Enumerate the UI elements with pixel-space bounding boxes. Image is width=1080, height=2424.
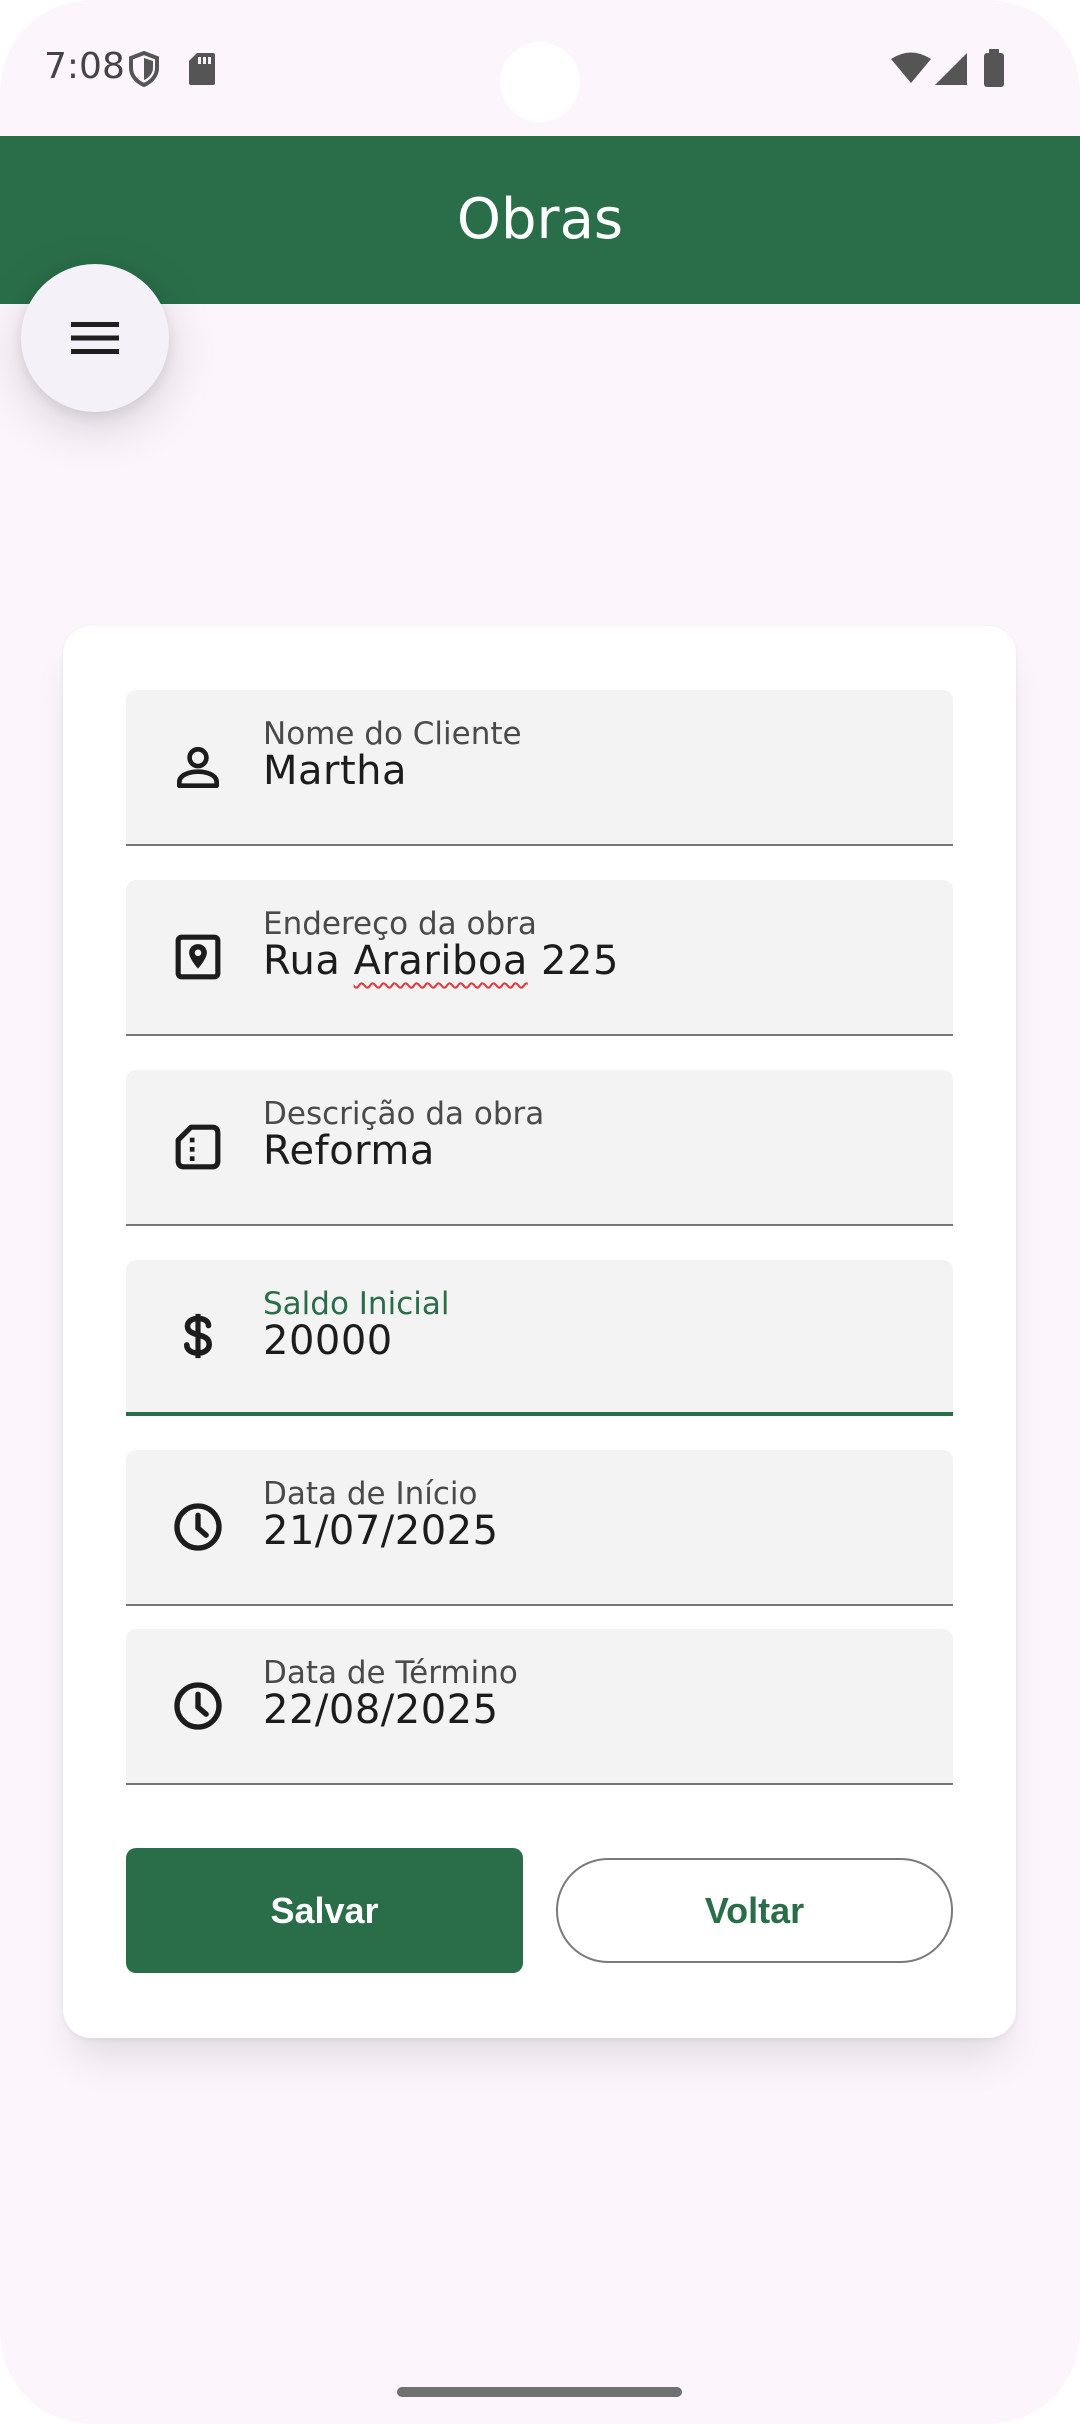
battery-icon	[984, 49, 1004, 87]
hamburger-menu-icon	[71, 322, 119, 354]
address-label: Endereço da obra	[263, 906, 537, 942]
status-time: 7:08	[44, 46, 125, 87]
sd-card-icon	[189, 53, 215, 85]
description-value: Reforma	[263, 1128, 435, 1174]
start-date-field[interactable]: Data de Início 21/07/2025	[126, 1450, 953, 1606]
client-name-value: Martha	[263, 748, 408, 794]
description-label: Descrição da obra	[263, 1096, 545, 1132]
initial-balance-value: 20000	[263, 1318, 393, 1364]
page-title: Obras	[456, 187, 624, 252]
dollar-icon	[184, 1313, 213, 1359]
obra-form-card: Nome do Cliente Martha Endereço da obra …	[63, 626, 1016, 2038]
initial-balance-field[interactable]: Saldo Inicial 20000	[126, 1260, 953, 1416]
phone-screen: 7:08 Obras Nome do Cliente Martha Endere…	[0, 0, 1080, 2424]
person-icon	[177, 746, 220, 788]
initial-balance-label: Saldo Inicial	[263, 1286, 450, 1322]
shield-icon	[129, 51, 159, 87]
clock-icon	[174, 1503, 222, 1551]
address-value-end: 225	[527, 938, 619, 984]
end-date-value: 22/08/2025	[263, 1687, 499, 1733]
clock-icon	[174, 1682, 222, 1730]
address-value-start: Rua	[263, 938, 354, 984]
front-camera	[500, 42, 580, 122]
start-date-value: 21/07/2025	[263, 1508, 499, 1554]
menu-button[interactable]	[21, 264, 169, 412]
client-name-field[interactable]: Nome do Cliente Martha	[126, 690, 953, 846]
end-date-label: Data de Término	[263, 1655, 518, 1691]
address-value: Rua Arariboa 225	[263, 938, 619, 984]
app-bar: Obras	[0, 136, 1080, 304]
document-icon	[175, 1124, 221, 1170]
address-field[interactable]: Endereço da obra Rua Arariboa 225	[126, 880, 953, 1036]
wifi-icon	[891, 52, 931, 83]
client-name-label: Nome do Cliente	[263, 716, 522, 752]
status-bar: 7:08	[0, 0, 1080, 136]
cellular-signal-icon	[935, 53, 967, 85]
start-date-label: Data de Início	[263, 1476, 478, 1512]
save-button[interactable]: Salvar	[126, 1848, 523, 1973]
home-indicator[interactable]	[397, 2387, 682, 2397]
misspelled-word: Arariboa	[353, 938, 528, 984]
back-button[interactable]: Voltar	[556, 1858, 953, 1963]
location-pin-icon	[175, 934, 221, 980]
description-field[interactable]: Descrição da obra Reforma	[126, 1070, 953, 1226]
end-date-field[interactable]: Data de Término 22/08/2025	[126, 1629, 953, 1785]
